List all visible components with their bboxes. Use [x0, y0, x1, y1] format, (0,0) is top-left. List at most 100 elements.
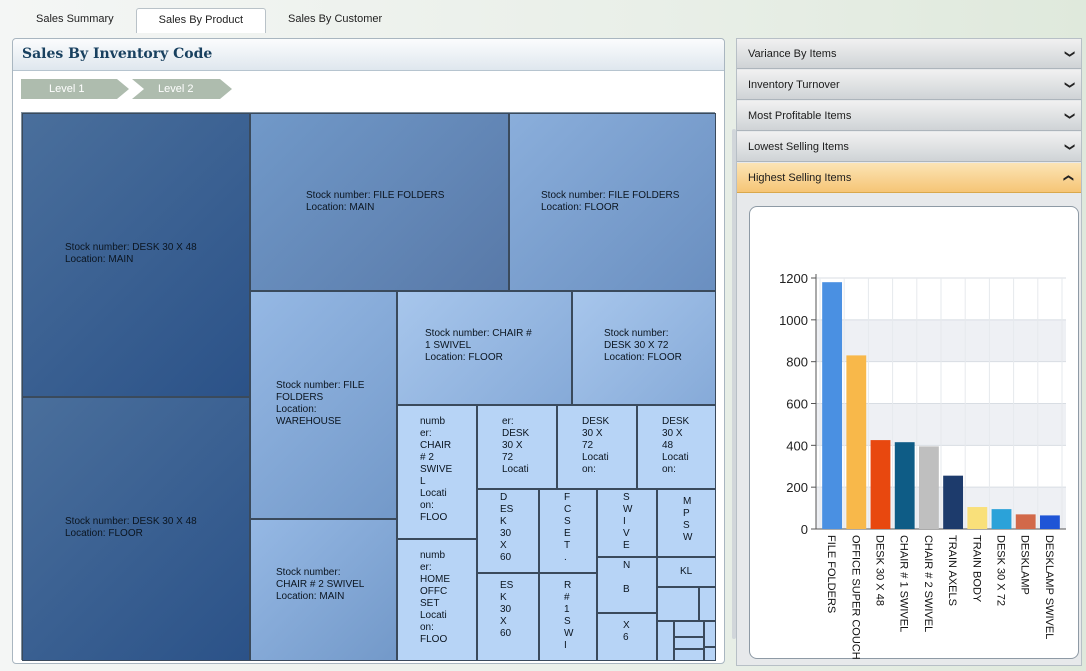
y-tick-label: 800: [786, 355, 808, 370]
tile-label: Stock number: CHAIR # 2 SWIVEL Location: …: [276, 567, 365, 602]
tile-label: Stock number: FILE FOLDERS Location: WARE…: [276, 380, 365, 427]
y-tick-label: 1000: [779, 313, 808, 328]
treemap-tile[interactable]: D ES K 30 X 60: [477, 489, 539, 573]
tile-label: Stock number: FILE FOLDERS Location: MAIN: [306, 190, 445, 213]
analysis-panel: Variance By Items ❯ Inventory Turnover ❯…: [736, 38, 1082, 666]
x-tick-label: DESK 30 X 72: [995, 535, 1007, 606]
bar: [967, 507, 988, 529]
tile-label: Stock number: DESK 30 X 48 Location: MAIN: [65, 242, 197, 265]
x-tick-label: TRAIN BODY: [970, 535, 982, 603]
treemap-tile[interactable]: numb er: CHAIR # 2 SWIVE L Locati on: FL…: [397, 405, 477, 539]
treemap-tile[interactable]: Stock number: FILE FOLDERS Location: FLOO…: [509, 113, 716, 291]
bar: [894, 442, 915, 529]
x-tick-label: DESKLAMP SWIVEL: [1043, 535, 1055, 639]
panel-header: Sales By Inventory Code: [13, 39, 724, 71]
tile-label: Stock number: CHAIR # 1 SWIVEL Location: …: [425, 328, 532, 363]
tile-label: N B: [623, 560, 631, 595]
breadcrumb: Level 1 Level 2: [21, 79, 232, 99]
x-tick-label: CHAIR # 1 SWIVEL: [898, 535, 910, 632]
x-tick-label: DESKLAMP: [1019, 535, 1031, 595]
treemap-tile[interactable]: [657, 587, 699, 621]
treemap-tile[interactable]: ES K 30 X 60: [477, 573, 539, 661]
tile-label: Stock number: FILE FOLDERS Location: FLOO…: [541, 190, 680, 213]
bar: [991, 509, 1012, 529]
bar: [846, 355, 867, 529]
treemap-tile[interactable]: [657, 621, 674, 661]
treemap-tile[interactable]: Stock number: DESK 30 X 72 Location: FLOO…: [572, 291, 716, 405]
tile-label: ES K 30 X 60: [500, 580, 514, 639]
bar: [1039, 515, 1060, 529]
x-tick-label: TRAIN AXELS: [946, 535, 958, 606]
treemap-tile[interactable]: S W I V E: [597, 489, 657, 557]
treemap-tile[interactable]: M P S W: [657, 489, 716, 557]
treemap-tile[interactable]: [704, 647, 716, 661]
tile-label: F C S E T .: [564, 492, 572, 563]
tile-label: DESK 30 X 48 Locati on:: [662, 416, 690, 475]
tile-label: DESK 30 X 72 Locati on:: [582, 416, 610, 475]
treemap-tile[interactable]: [674, 649, 704, 661]
tile-label: numb er: HOME OFFC SET Locati on: FLOO: [420, 550, 450, 645]
accordion-highest-selling-items[interactable]: Highest Selling Items ❯: [737, 163, 1081, 193]
tile-label: S W I V E: [623, 492, 633, 551]
treemap-tile[interactable]: X 6: [597, 613, 657, 661]
x-tick-label: DESK 30 X 48: [874, 535, 886, 606]
treemap: Stock number: DESK 30 X 48 Location: MAIN…: [21, 112, 716, 661]
tile-label: KL: [680, 566, 693, 577]
treemap-tile[interactable]: [704, 621, 716, 647]
bar: [918, 446, 939, 529]
treemap-tile[interactable]: numb er: HOME OFFC SET Locati on: FLOO: [397, 539, 477, 661]
treemap-tile[interactable]: er: DESK 30 X 72 Locati: [477, 405, 557, 489]
accordion-lowest-selling-items[interactable]: Lowest Selling Items ❯: [737, 132, 1081, 162]
chevron-up-icon: ❯: [1062, 173, 1074, 183]
accordion-inventory-turnover[interactable]: Inventory Turnover ❯: [737, 70, 1081, 100]
bar: [943, 475, 964, 529]
treemap-tile[interactable]: [674, 621, 704, 637]
tile-label: Stock number: DESK 30 X 48 Location: FLOO…: [65, 516, 197, 539]
tab-bar: Sales Summary Sales By Product Sales By …: [14, 8, 404, 33]
breadcrumb-level-2[interactable]: Level 2: [132, 79, 232, 99]
bar-chart: 0 200 400 600 800 1000 1200 FILE FOLDERS OFFICE …: [779, 271, 1066, 660]
y-tick-label: 0: [801, 522, 808, 537]
treemap-tile[interactable]: DESK 30 X 48 Locati on:: [637, 405, 716, 489]
accordion-label: Inventory Turnover: [748, 79, 840, 91]
treemap-tile[interactable]: [699, 587, 716, 621]
chevron-down-icon: ❯: [1063, 142, 1075, 152]
chevron-down-icon: ❯: [1063, 49, 1075, 59]
accordion-variance-by-items[interactable]: Variance By Items ❯: [737, 39, 1081, 69]
treemap-tile[interactable]: [674, 637, 704, 649]
tile-label: er: DESK 30 X 72 Locati: [502, 416, 530, 475]
treemap-tile[interactable]: R # 1 S W I: [539, 573, 597, 661]
chevron-down-icon: ❯: [1063, 111, 1075, 121]
treemap-tile[interactable]: Stock number: FILE FOLDERS Location: MAIN: [250, 113, 509, 291]
treemap-tile[interactable]: Stock number: CHAIR # 2 SWIVEL Location: …: [250, 519, 397, 661]
y-tick-label: 600: [786, 397, 808, 412]
tile-label: M P S W: [683, 496, 693, 543]
treemap-tile[interactable]: N B: [597, 557, 657, 613]
x-tick-label: OFFICE SUPER COUCH: [849, 535, 861, 660]
panel-title: Sales By Inventory Code: [22, 46, 213, 62]
treemap-tile[interactable]: Stock number: CHAIR # 1 SWIVEL Location: …: [397, 291, 572, 405]
bar: [1015, 514, 1036, 529]
breadcrumb-level-1[interactable]: Level 1: [21, 79, 129, 99]
tile-label: numb er: CHAIR # 2 SWIVE L Locati on: FL…: [420, 416, 453, 523]
y-tick-label: 200: [786, 480, 808, 495]
accordion-label: Lowest Selling Items: [748, 141, 849, 153]
treemap-tile[interactable]: DESK 30 X 72 Locati on:: [557, 405, 637, 489]
treemap-tile[interactable]: Stock number: DESK 30 X 48 Location: MAIN: [22, 113, 250, 397]
tab-sales-by-customer[interactable]: Sales By Customer: [266, 8, 404, 32]
x-tick-label: CHAIR # 2 SWIVEL: [922, 535, 934, 632]
tab-sales-summary[interactable]: Sales Summary: [14, 8, 136, 32]
bar: [870, 440, 891, 529]
treemap-tile[interactable]: Stock number: FILE FOLDERS Location: WARE…: [250, 291, 397, 519]
tab-sales-by-product[interactable]: Sales By Product: [135, 8, 267, 33]
tile-label: D ES K 30 X 60: [500, 492, 514, 563]
bar: [822, 282, 843, 529]
treemap-tile[interactable]: F C S E T .: [539, 489, 597, 573]
inventory-code-panel: Sales By Inventory Code Level 1 Level 2 …: [12, 38, 736, 664]
accordion-most-profitable-items[interactable]: Most Profitable Items ❯: [737, 101, 1081, 131]
accordion-label: Highest Selling Items: [748, 172, 852, 184]
highest-selling-chart: 0 200 400 600 800 1000 1200 FILE FOLDERS OFFICE …: [749, 206, 1079, 660]
treemap-tile[interactable]: Stock number: DESK 30 X 48 Location: FLOO…: [22, 397, 250, 661]
treemap-tile[interactable]: KL: [657, 557, 716, 587]
tile-label: X 6: [623, 620, 630, 643]
